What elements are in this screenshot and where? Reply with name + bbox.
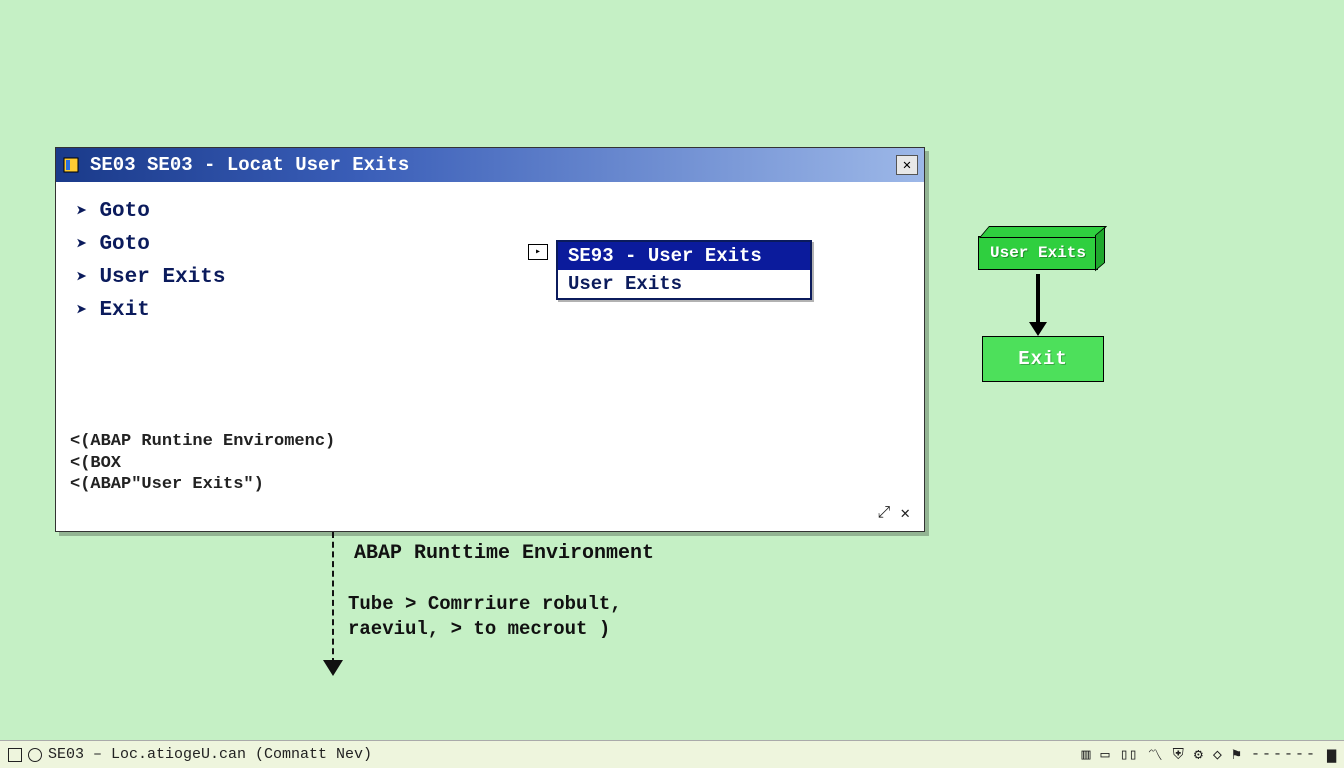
annotation-body: Tube > Comrriure robult, raeviul, > to m… bbox=[348, 592, 708, 641]
window-footer-icons: ⤢ ✕ bbox=[878, 503, 910, 523]
dropdown-list: SE93 - User Exits User Exits bbox=[556, 240, 812, 300]
flag-icon[interactable]: ⚑ bbox=[1232, 745, 1241, 764]
arrow-down-icon bbox=[1036, 274, 1040, 326]
taskbar-square-icon[interactable] bbox=[8, 748, 22, 762]
taskbar-separator: ------ bbox=[1251, 746, 1317, 763]
gear-icon[interactable]: ⚙ bbox=[1194, 745, 1203, 764]
menu-label: Goto bbox=[99, 233, 149, 256]
shield-icon[interactable]: ⛨ bbox=[1173, 746, 1184, 764]
window-body: ➤ Goto ➤ Goto ➤ User Exits ➤ Exit ▸ SE93… bbox=[56, 182, 924, 531]
app-icon bbox=[62, 156, 80, 174]
dropdown-option[interactable]: SE93 - User Exits bbox=[558, 242, 810, 270]
annotation-line bbox=[332, 532, 334, 664]
window-title: SE03 SE03 - Locat User Exits bbox=[90, 154, 409, 176]
menu-label: Exit bbox=[99, 299, 149, 322]
taskbar-title: SE03 – Loc.atiogeU.can (Comnatt Nev) bbox=[48, 746, 372, 763]
dropdown-option[interactable]: User Exits bbox=[558, 270, 810, 298]
menu-label: User Exits bbox=[99, 266, 225, 289]
resize-icon[interactable]: ⤢ bbox=[878, 504, 891, 522]
screens-icon[interactable]: ▯▯ bbox=[1120, 745, 1138, 764]
code-line: <(ABAP"User Exits") bbox=[70, 474, 335, 495]
arrow-down-icon bbox=[323, 660, 343, 676]
layout-icon[interactable]: ▥ bbox=[1081, 745, 1090, 764]
diamond-icon[interactable]: ◇ bbox=[1213, 745, 1222, 764]
close-button[interactable]: ✕ bbox=[896, 155, 918, 175]
chart-icon[interactable]: 〽 bbox=[1148, 744, 1163, 765]
taskbar-circle-icon[interactable] bbox=[28, 748, 42, 762]
chevron-right-icon: ➤ bbox=[76, 233, 87, 256]
chevron-right-icon: ➤ bbox=[76, 266, 87, 289]
code-line: <(ABAP Runtine Enviromenc) bbox=[70, 431, 335, 452]
menu-item-goto[interactable]: ➤ Goto bbox=[76, 200, 904, 223]
window-icon[interactable]: ▭ bbox=[1100, 745, 1109, 764]
diagram-box-label: User Exits bbox=[978, 236, 1098, 270]
diagram: User Exits Exit bbox=[978, 236, 1098, 270]
dropdown-trigger[interactable]: ▸ bbox=[528, 244, 548, 260]
diagram-box-user-exits: User Exits bbox=[978, 236, 1098, 270]
taskbar: SE03 – Loc.atiogeU.can (Comnatt Nev) ▥ ▭… bbox=[0, 740, 1344, 768]
battery-icon[interactable]: ▆ bbox=[1327, 745, 1336, 764]
annotation-title: ABAP Runttime Environment bbox=[354, 542, 654, 565]
sap-window: SE03 SE03 - Locat User Exits ✕ ➤ Goto ➤ … bbox=[55, 147, 925, 532]
chevron-right-icon: ➤ bbox=[76, 299, 87, 322]
code-block: <(ABAP Runtine Enviromenc) <(BOX <(ABAP"… bbox=[70, 431, 335, 495]
menu-label: Goto bbox=[99, 200, 149, 223]
close-icon[interactable]: ✕ bbox=[900, 503, 910, 523]
taskbar-left: SE03 – Loc.atiogeU.can (Comnatt Nev) bbox=[8, 746, 372, 763]
code-line: <(BOX bbox=[70, 453, 335, 474]
chevron-right-icon: ➤ bbox=[76, 200, 87, 223]
diagram-box-exit: Exit bbox=[982, 336, 1104, 382]
taskbar-right: ▥ ▭ ▯▯ 〽 ⛨ ⚙ ◇ ⚑ ------ ▆ bbox=[1081, 744, 1336, 765]
dropdown: ▸ SE93 - User Exits User Exits bbox=[556, 240, 812, 300]
titlebar[interactable]: SE03 SE03 - Locat User Exits ✕ bbox=[56, 148, 924, 182]
menu-item-exit[interactable]: ➤ Exit bbox=[76, 299, 904, 322]
